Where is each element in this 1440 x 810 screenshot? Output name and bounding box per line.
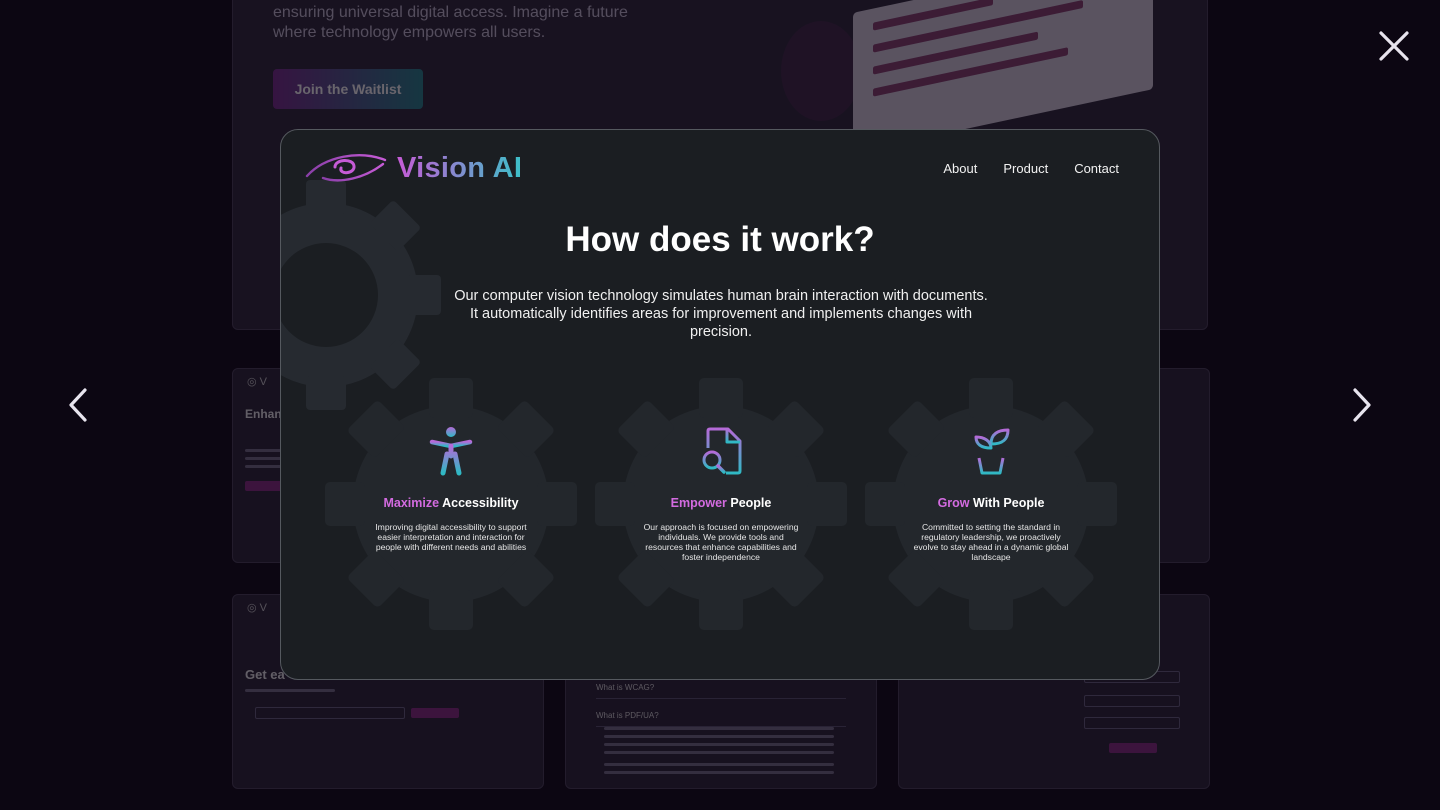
chevron-left-icon <box>69 388 87 422</box>
section-description: Our computer vision technology simulates… <box>454 288 988 340</box>
feature-title-rest: With People <box>969 496 1045 510</box>
navbar: Vision AI About Product Contact <box>281 130 1159 204</box>
faq-item: What is WCAG? <box>596 683 846 699</box>
hero-text: ensuring universal digital access. Imagi… <box>273 4 628 41</box>
accessibility-person-icon <box>429 427 473 476</box>
close-icon <box>1379 31 1409 61</box>
next-slide-button[interactable] <box>1342 385 1382 425</box>
eye-logo-icon <box>305 154 387 182</box>
feature-title: Empower People <box>593 496 849 510</box>
thumbnail-logo: ◎ V <box>247 602 267 614</box>
feature-title-highlight: Maximize <box>383 496 440 510</box>
nav-about[interactable]: About <box>943 161 977 176</box>
feature-card-grow: Grow With People Committed to setting th… <box>863 376 1119 632</box>
faq-item: What is PDF/UA? <box>596 711 846 727</box>
thumbnail-logo: ◎ V <box>247 376 267 388</box>
close-button[interactable] <box>1374 26 1414 66</box>
nav-product[interactable]: Product <box>1003 161 1048 176</box>
feature-title-highlight: Grow <box>937 496 970 510</box>
hero-decoration <box>781 21 861 121</box>
feature-title: Maximize Accessibility <box>323 496 579 510</box>
feature-description: Committed to setting the standard in reg… <box>913 522 1069 562</box>
brand-logo[interactable]: Vision AI <box>305 150 522 186</box>
feature-description: Improving digital accessibility to suppo… <box>375 522 527 552</box>
lightbox-image: Vision AI About Product Contact How does… <box>280 129 1160 680</box>
previous-slide-button[interactable] <box>58 385 98 425</box>
chevron-right-icon <box>1353 388 1371 422</box>
feature-card-accessibility: Maximize Accessibility Improving digital… <box>323 376 579 632</box>
feature-title-highlight: Empower <box>670 496 727 510</box>
feature-description: Our approach is focused on empowering in… <box>643 522 799 562</box>
main-nav: About Product Contact <box>943 161 1119 176</box>
feature-card-empower: Empower People Our approach is focused o… <box>593 376 849 632</box>
feature-title-rest: Accessibility <box>439 496 519 510</box>
nav-contact[interactable]: Contact <box>1074 161 1119 176</box>
plant-pot-icon <box>974 428 1010 475</box>
section-title: How does it work? <box>565 220 875 259</box>
brand-name: Vision AI <box>397 151 523 184</box>
join-waitlist-button[interactable]: Join the Waitlist <box>273 69 423 109</box>
document-search-icon <box>702 427 742 475</box>
thumbnail-title: Get ea <box>245 667 285 682</box>
feature-title-rest: People <box>726 496 772 510</box>
feature-title: Grow With People <box>863 496 1119 510</box>
